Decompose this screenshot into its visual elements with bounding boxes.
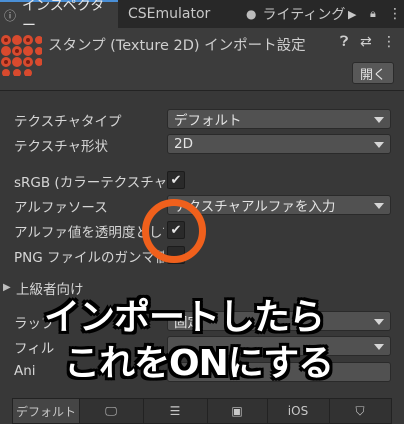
monitor-icon: 🖵︎ <box>105 403 117 418</box>
open-button[interactable]: 開く <box>352 62 394 84</box>
kebab-menu-icon[interactable]: ⋮ <box>382 34 396 50</box>
presets-icon[interactable]: ⇄ <box>360 34 372 50</box>
tab-bar: ⓘ インスペクター CSEmulator ● ライティング ▶ 🔒︎ ⋮ <box>0 0 404 34</box>
texture-shape-dropdown[interactable]: 2D <box>167 134 391 154</box>
tab-scroll-right-button[interactable]: ▶ <box>348 0 362 28</box>
android-icon: ▣ <box>231 404 243 418</box>
tab-csemulator[interactable]: CSEmulator <box>128 0 238 28</box>
chevron-down-icon <box>374 344 384 350</box>
lightbulb-icon: ● <box>246 7 257 21</box>
check-icon: ✔ <box>170 172 182 188</box>
tab-inspector[interactable]: ⓘ インスペクター <box>0 0 118 34</box>
srgb-label: sRGB (カラーテクスチャ) <box>14 175 173 191</box>
tab-lighting[interactable]: ● ライティング <box>246 0 362 28</box>
platform-tab-default[interactable]: デフォルト <box>13 399 80 423</box>
chevron-down-icon <box>374 117 384 123</box>
aniso-level-label: Ani <box>14 363 36 379</box>
highlight-circle <box>142 199 206 263</box>
filter-mode-label: フィル <box>14 341 55 357</box>
foldout-arrow-icon[interactable]: ▶ <box>3 282 11 293</box>
html5-icon: ⛉ <box>355 403 365 418</box>
chevron-down-icon <box>374 203 384 209</box>
platform-tab-standalone[interactable]: 🖵︎ <box>79 399 144 423</box>
texture-type-label: テクスチャタイプ <box>14 114 122 130</box>
texture-thumbnail <box>0 34 43 77</box>
tab-menu-button[interactable]: ⋮ <box>388 0 402 28</box>
chevron-down-icon <box>374 142 384 148</box>
annotation-caption-line1: インポートしたら <box>44 297 325 338</box>
texture-type-dropdown[interactable]: デフォルト <box>167 109 391 129</box>
server-icon: ☰ <box>169 404 181 418</box>
import-settings-title: スタンプ (Texture 2D) インポート設定 <box>48 38 306 54</box>
platform-tab-android[interactable]: ▣ <box>207 399 268 423</box>
help-icon[interactable]: ❓︎ <box>340 34 348 50</box>
platform-tab-server[interactable]: ☰ <box>143 399 208 423</box>
texture-shape-label: テクスチャ形状 <box>14 139 108 155</box>
platform-tabs: デフォルト 🖵︎ ☰ ▣ iOS ⛉ <box>12 398 392 424</box>
alpha-source-label: アルファソース <box>14 200 108 216</box>
play-icon: ▶ <box>348 7 357 21</box>
srgb-checkbox[interactable]: ✔ <box>167 171 185 189</box>
info-icon: ⓘ <box>4 8 17 23</box>
platform-tab-ios[interactable]: iOS <box>267 399 330 423</box>
alpha-source-dropdown[interactable]: テクスチャアルファを入力 <box>167 195 391 215</box>
lock-button[interactable]: 🔒︎ <box>370 0 384 28</box>
annotation-caption-line2: これをONにする <box>64 343 334 384</box>
platform-tab-webgl[interactable]: ⛉ <box>329 399 391 423</box>
kebab-menu-icon: ⋮ <box>388 6 402 22</box>
lock-icon: 🔒︎ <box>370 7 376 20</box>
png-gamma-label: PNG ファイルのガンマ値を無 <box>14 250 164 266</box>
chevron-down-icon <box>374 319 384 325</box>
